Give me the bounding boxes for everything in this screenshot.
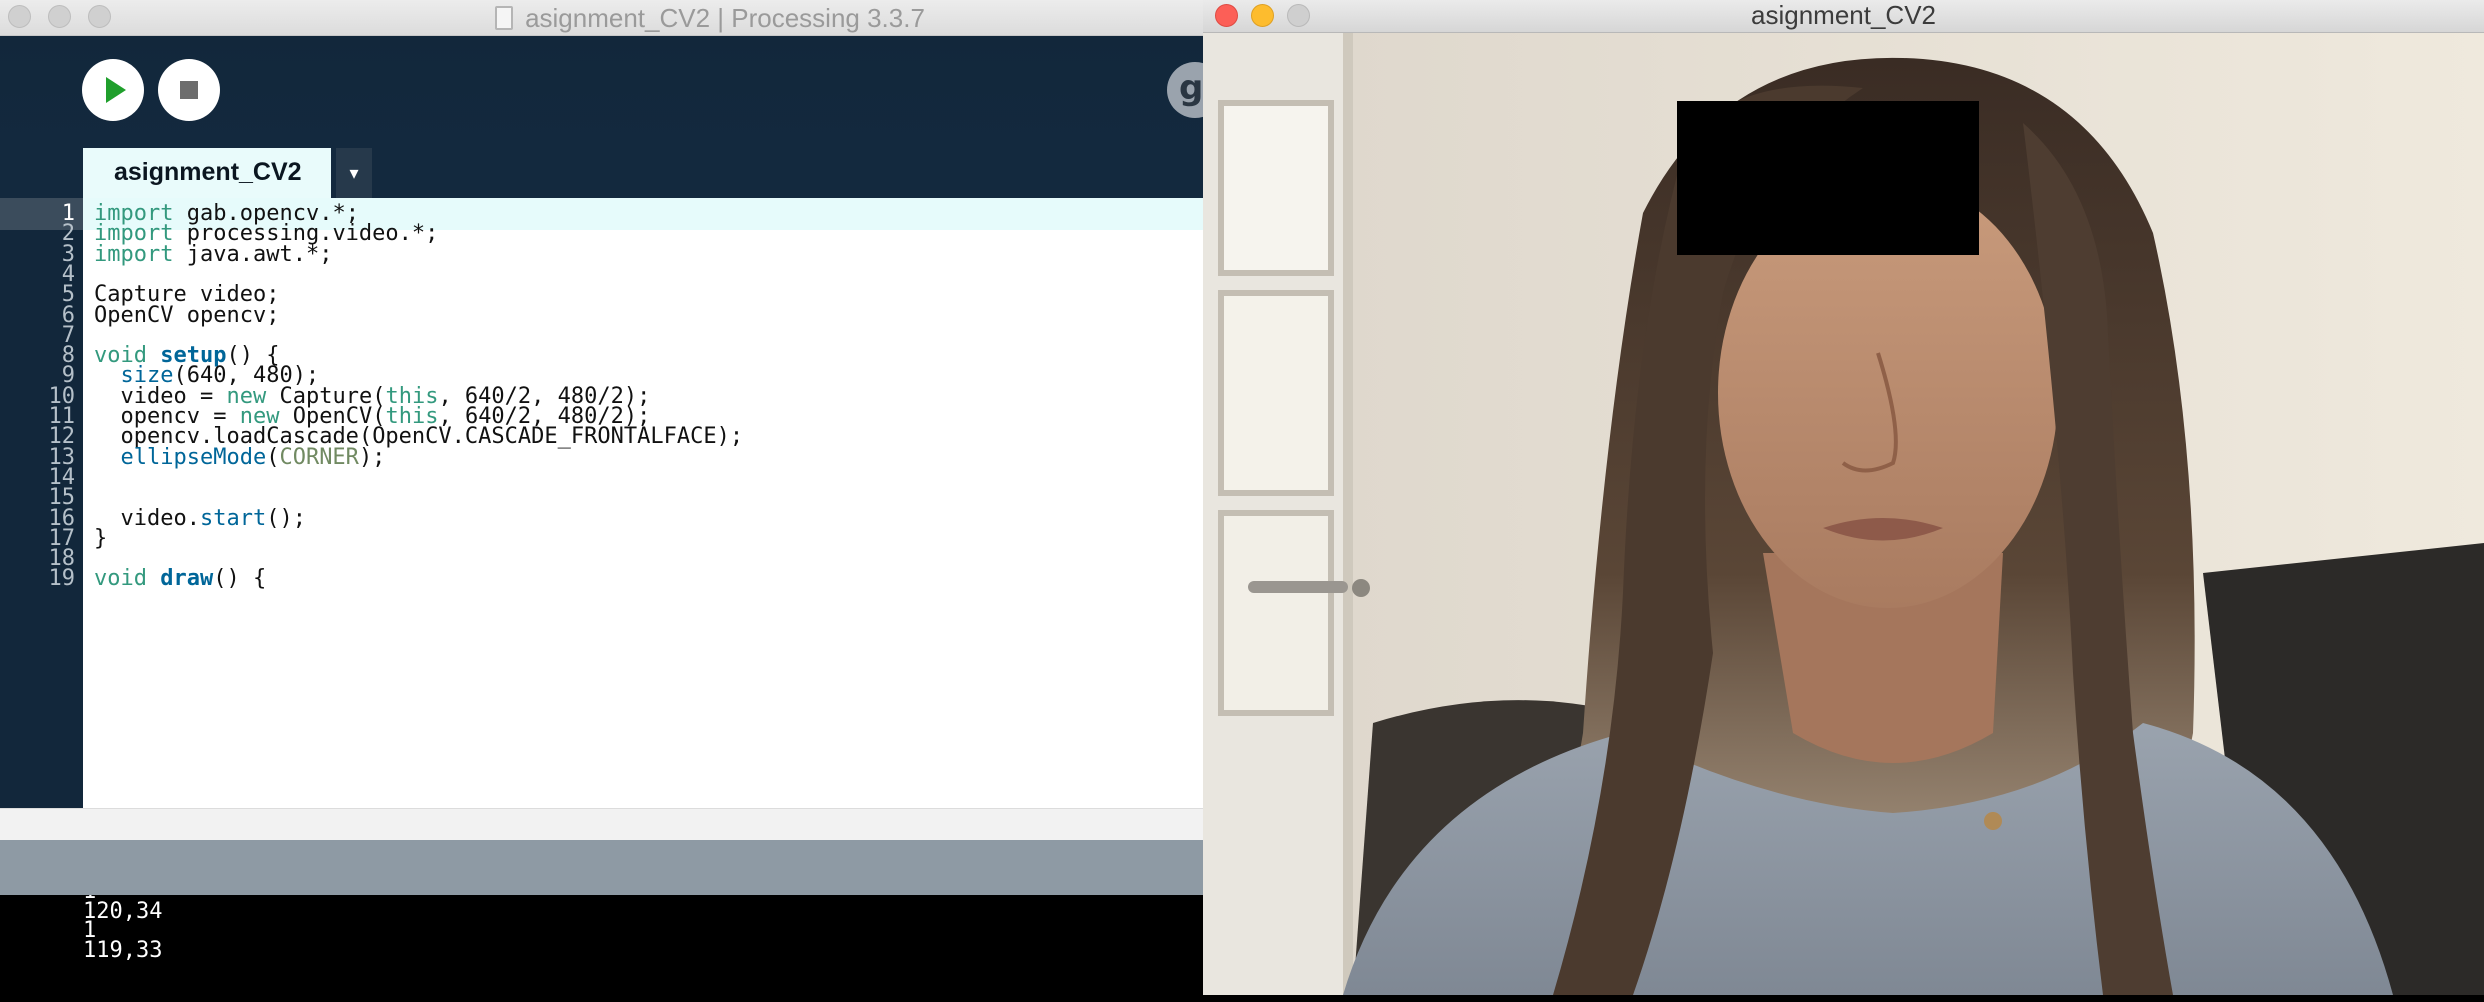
code-token: .*;	[292, 241, 333, 267]
sketch-window-title: asignment_CV2	[1751, 0, 1936, 30]
code-token: video	[120, 505, 187, 531]
stop-icon	[180, 81, 198, 99]
code-token: CASCADE_FRONTALFACE	[464, 424, 717, 450]
webcam-frame-image	[1203, 33, 2484, 995]
code-token: java	[186, 241, 240, 267]
play-icon	[106, 77, 126, 103]
code-line: }	[94, 523, 107, 555]
sketch-window: asignment_CV2	[1203, 0, 2484, 1002]
sketch-canvas[interactable]	[1203, 33, 2484, 995]
ide-window-title-text: asignment_CV2 | Processing 3.3.7	[525, 3, 925, 33]
code-token: () {	[213, 566, 267, 592]
chevron-down-icon: ▾	[349, 163, 359, 183]
code-line: video.start();	[94, 503, 306, 535]
code-token: ;	[266, 302, 280, 328]
code-token: video	[332, 221, 399, 247]
constant-token: CORNER	[279, 444, 359, 470]
ide-titlebar: asignment_CV2 | Processing 3.3.7	[0, 0, 1203, 36]
mode-selector-button[interactable]: g	[1167, 62, 1203, 118]
function-call-token: ellipseMode	[120, 444, 267, 470]
code-token: .*;	[398, 221, 439, 247]
line-number-gutter: 1 2 3 4 5 6 7 8 9 10 11 12 13 14 15 16 17 18 19	[0, 198, 83, 808]
tab-menu-button[interactable]: ▾	[336, 148, 372, 198]
line-number: 19	[48, 566, 76, 592]
code-token: awt	[252, 241, 293, 267]
code-token: .	[239, 241, 253, 267]
tab-asignment-cv2[interactable]: asignment_CV2	[83, 148, 331, 198]
keyword-token: void	[94, 566, 147, 592]
document-icon	[495, 6, 514, 30]
code-line: import java.awt.*;	[94, 239, 332, 271]
code-line: ellipseMode(CORNER);	[94, 442, 386, 474]
function-name-token: draw	[160, 566, 214, 592]
keyword-token: import	[94, 241, 174, 267]
run-button[interactable]	[82, 59, 144, 121]
face-censor-box	[1677, 101, 1979, 255]
code-editor[interactable]: 1 2 3 4 5 6 7 8 9 10 11 12 13 14 15 16 17 18 19 import gab…	[0, 198, 1203, 808]
sketch-titlebar: asignment_CV2	[1203, 0, 2484, 33]
console-line: 119,33	[83, 937, 163, 963]
mode-selector-label: g	[1179, 68, 1203, 108]
code-token: .	[186, 505, 200, 531]
code-token: ();	[266, 505, 306, 531]
processing-ide-window: asignment_CV2 | Processing 3.3.7 g asign…	[0, 0, 1203, 1002]
code-token: OpenCV	[94, 302, 174, 328]
console-output[interactable]: 1120,341119,33	[0, 895, 1203, 1002]
sketch-window-bottom-edge	[1203, 995, 2484, 1002]
code-token: }	[94, 525, 108, 551]
stop-button[interactable]	[158, 59, 220, 121]
code-token: .	[451, 424, 465, 450]
code-token: (	[266, 444, 280, 470]
code-token: );	[716, 424, 744, 450]
function-call-token: start	[199, 505, 267, 531]
sketch-tabbar: asignment_CV2 ▾	[0, 148, 1203, 198]
message-area	[0, 840, 1203, 895]
code-line: OpenCV opencv;	[94, 300, 279, 332]
code-text-area[interactable]: import gab.opencv.*; import processing.vi…	[83, 198, 1203, 808]
code-token: );	[358, 444, 386, 470]
editor-horizontal-scroll-area[interactable]	[0, 808, 1203, 840]
code-token: opencv	[186, 302, 267, 328]
ide-window-title: asignment_CV2 | Processing 3.3.7	[0, 3, 1203, 34]
code-line: void draw() {	[94, 563, 266, 595]
ide-toolbar: g	[0, 36, 1203, 148]
